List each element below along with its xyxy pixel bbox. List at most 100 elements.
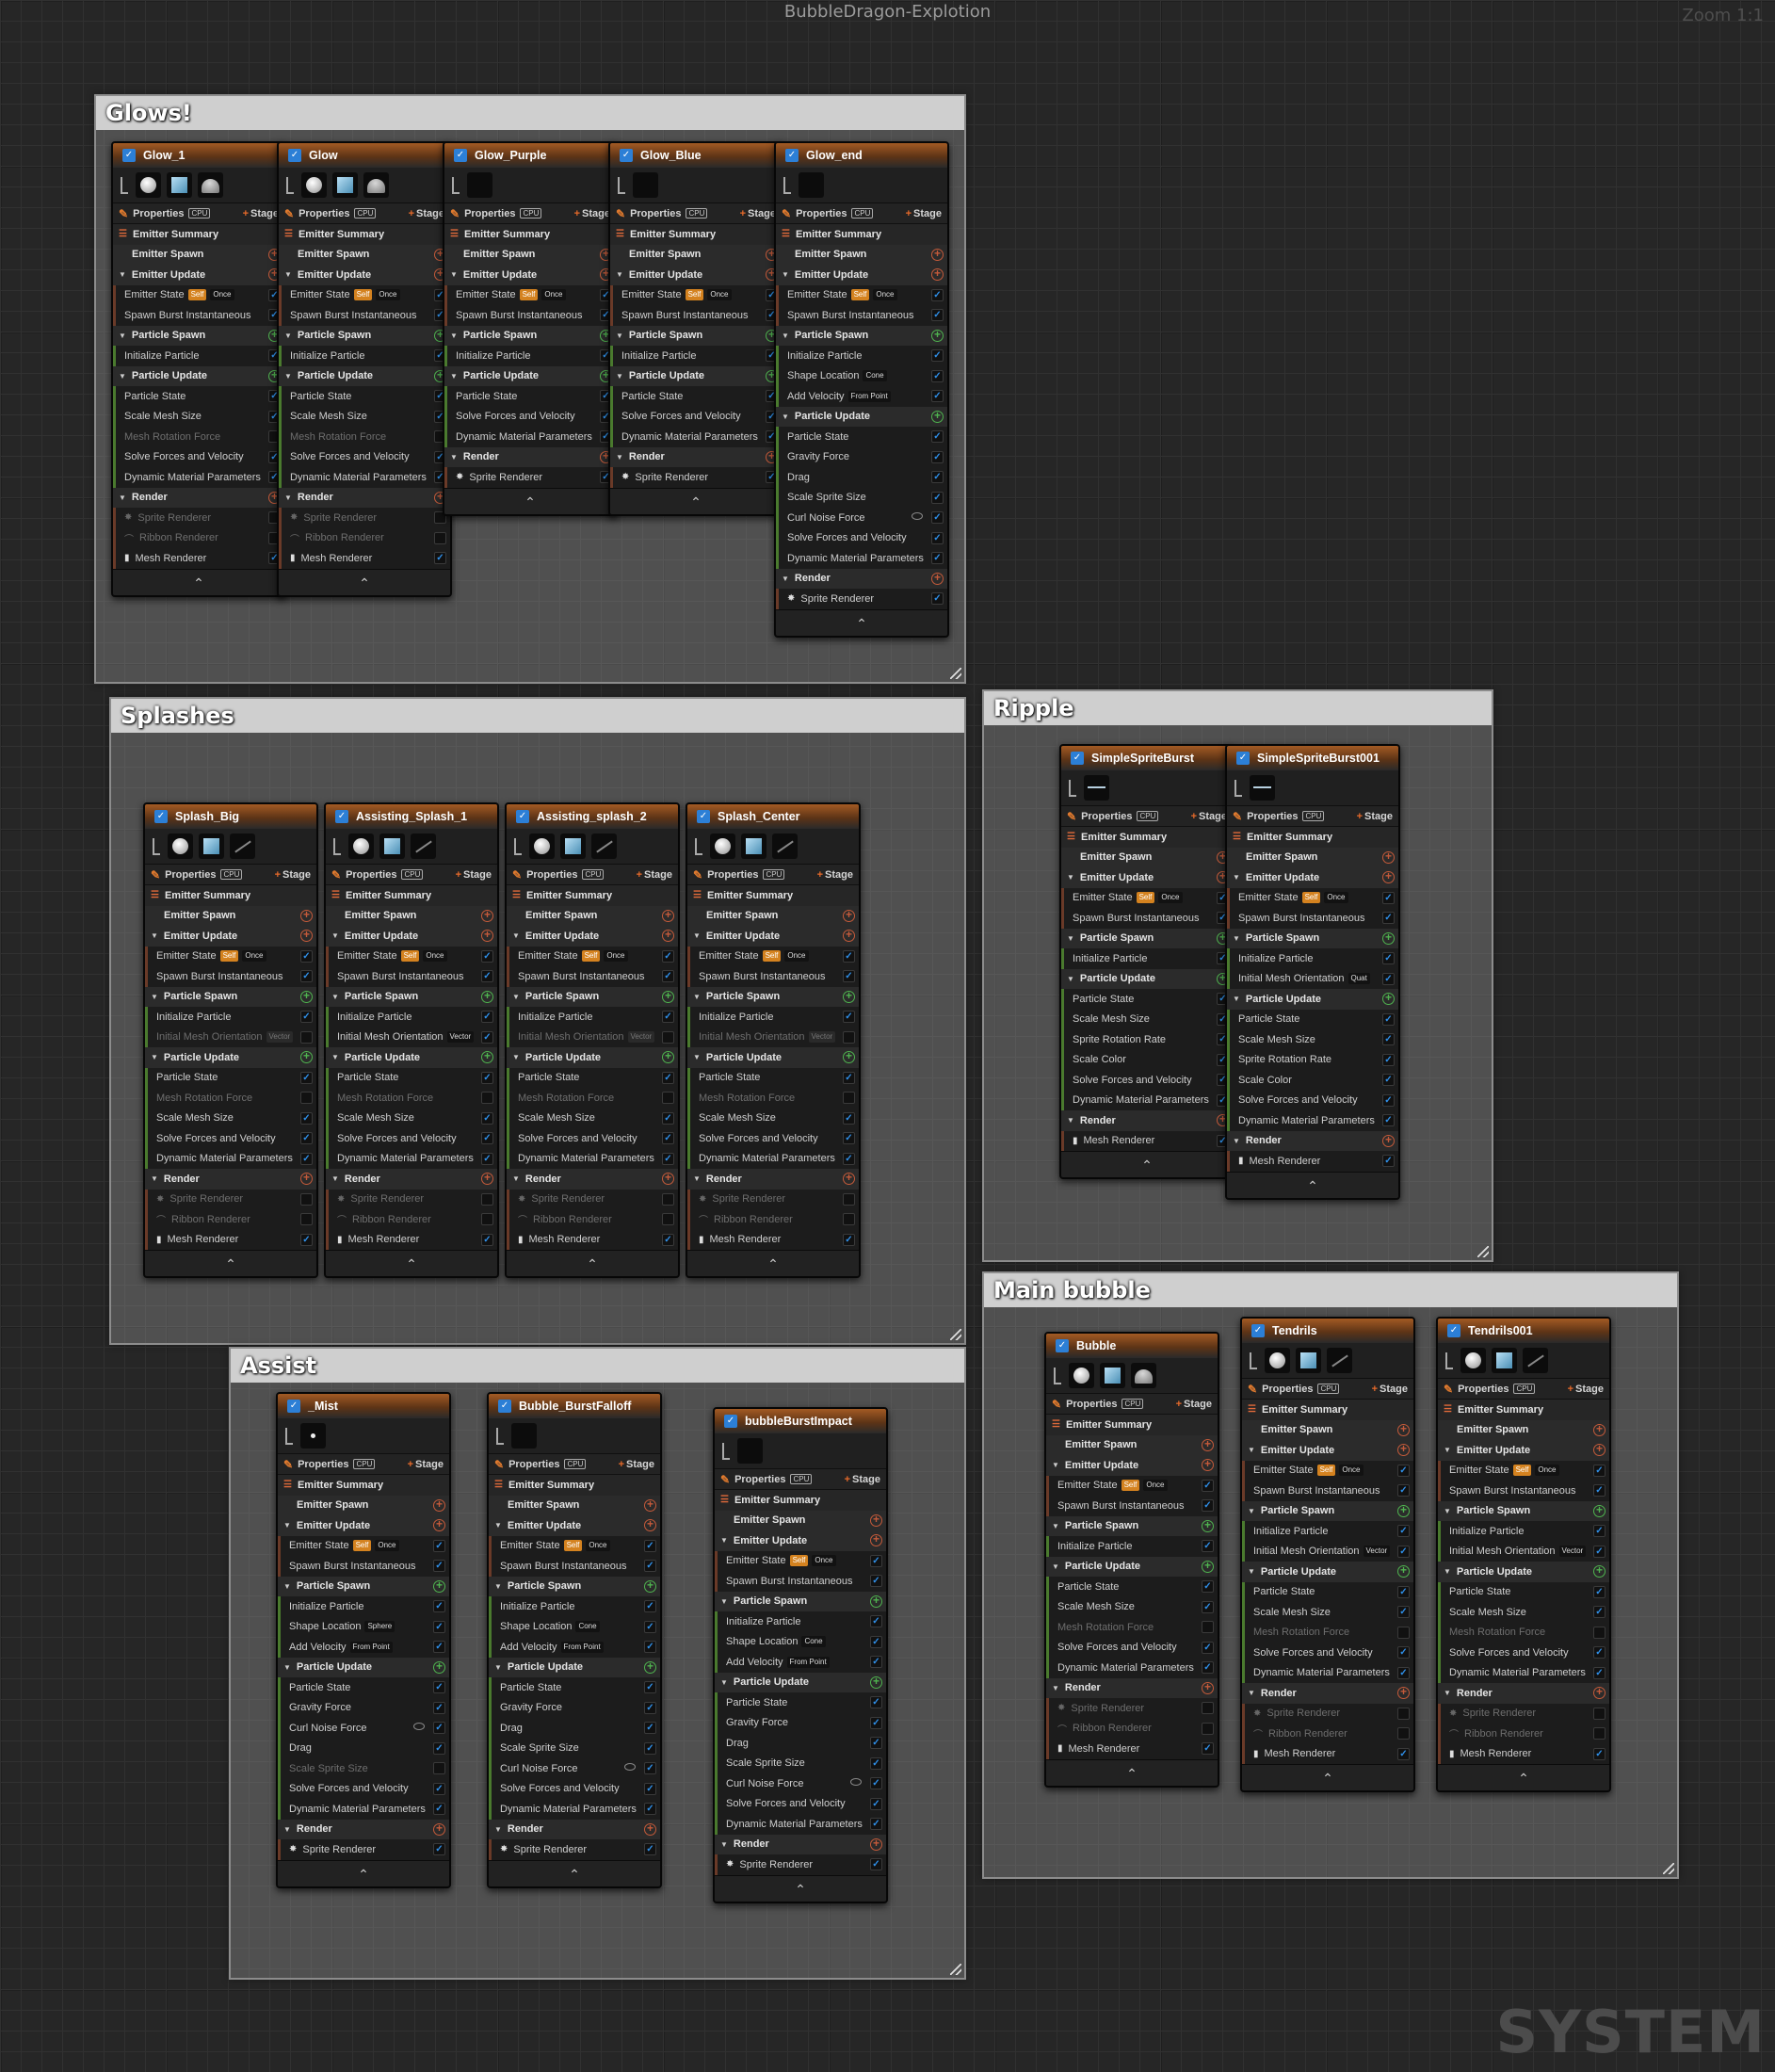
module-dynamic-material-parameters[interactable]: Dynamic Material Parameters ✓	[279, 467, 450, 488]
add-module-icon[interactable]: +	[481, 1050, 493, 1063]
module-emitter-state[interactable]: Emitter State Self Once ✓	[279, 284, 450, 305]
module-enable-checkbox[interactable]: ✓	[870, 1858, 882, 1870]
section-emitter-update[interactable]: ▼ Emitter Update +	[1046, 1455, 1218, 1476]
module-enable-checkbox[interactable]: ✓	[870, 1635, 882, 1648]
collapse-triangle-icon[interactable]: ▼	[1248, 1446, 1255, 1454]
section-render[interactable]: ▼ Render +	[145, 1169, 316, 1190]
section-particle-update[interactable]: ▼ Particle Update +	[715, 1672, 886, 1692]
section-render[interactable]: ▼ Render +	[1438, 1683, 1609, 1704]
collapse-triangle-icon[interactable]: ▼	[616, 453, 623, 461]
module-curl-noise-force[interactable]: Curl Noise Force ✓	[715, 1773, 886, 1794]
module-ribbon-renderer[interactable]: ⌒ Ribbon Renderer ✓	[687, 1209, 859, 1230]
module-ribbon-renderer[interactable]: ⌒ Ribbon Renderer ✓	[1046, 1718, 1218, 1739]
module-enable-checkbox[interactable]: ✓	[1382, 912, 1395, 924]
collapse-triangle-icon[interactable]: ▼	[119, 372, 126, 380]
visibility-eye-icon[interactable]	[413, 1723, 425, 1730]
module-solve-forces-and-velocity[interactable]: Solve Forces and Velocity ✓	[489, 1778, 660, 1799]
section-particle-spawn[interactable]: ▼ Particle Spawn +	[776, 325, 947, 346]
collapse-triangle-icon[interactable]: ▼	[1052, 1461, 1059, 1469]
collapse-chevron-icon[interactable]: ⌃	[610, 487, 782, 514]
emitter-node[interactable]: ✓ Glow_1 ✎ Properties CPU + Stage ☰ Emitter Summ…	[111, 141, 286, 597]
module-particle-state[interactable]: Particle State ✓	[1242, 1581, 1413, 1602]
collapse-triangle-icon[interactable]: ▼	[1444, 1689, 1451, 1697]
collapse-triangle-icon[interactable]: ▼	[1067, 975, 1074, 983]
module-initialize-particle[interactable]: Initialize Particle ✓	[1046, 1536, 1218, 1557]
module-enable-checkbox[interactable]: ✓	[843, 1213, 855, 1225]
comment-group-ripple[interactable]: Ripple ✓ SimpleSpriteBurst ✎ Properties CPU + S…	[982, 689, 1493, 1262]
collapse-chevron-icon[interactable]: ⌃	[326, 1250, 497, 1276]
module-initialize-particle[interactable]: Initialize Particle ✓	[715, 1611, 886, 1632]
emitter-header[interactable]: ✓ Assisting_splash_2	[507, 804, 678, 829]
collapse-triangle-icon[interactable]: ▼	[151, 1174, 158, 1183]
emitter-enable-checkbox[interactable]: ✓	[498, 1400, 511, 1413]
section-render[interactable]: ▼ Render +	[278, 1819, 449, 1839]
emitter-node[interactable]: ✓ _Mist ✎ Properties CPU + Stage ☰ Emitter Summa…	[276, 1392, 451, 1888]
collapse-triangle-icon[interactable]: ▼	[1248, 1689, 1255, 1697]
section-particle-spawn[interactable]: ▼ Particle Spawn +	[687, 986, 859, 1007]
module-enable-checkbox[interactable]: ✓	[1202, 1702, 1214, 1714]
sphere-thumbnail-icon[interactable]	[168, 834, 193, 859]
module-enable-checkbox[interactable]: ✓	[870, 1777, 882, 1789]
collapse-triangle-icon[interactable]: ▼	[1233, 934, 1240, 943]
collapse-triangle-icon[interactable]: ▼	[331, 1174, 339, 1183]
module-spawn-burst-instantaneous[interactable]: Spawn Burst Instantaneous ✓	[776, 305, 947, 326]
comment-group-splashes[interactable]: Splashes ✓ Splash_Big ✎ Properties CPU + Stage ☰…	[109, 697, 966, 1345]
emitter-header[interactable]: ✓ Bubble_BurstFalloff	[489, 1394, 660, 1418]
collapse-triangle-icon[interactable]: ▼	[1052, 1562, 1059, 1571]
emitter-node[interactable]: ✓ Splash_Center ✎ Properties CPU + Stage ☰ Emitt…	[686, 802, 861, 1278]
module-enable-checkbox[interactable]: ✓	[644, 1539, 656, 1552]
properties-row[interactable]: ✎ Properties CPU + Stage	[444, 203, 616, 224]
module-particle-state[interactable]: Particle State ✓	[776, 427, 947, 447]
collapse-triangle-icon[interactable]: ▼	[1233, 995, 1240, 1003]
square-thumbnail-icon[interactable]	[332, 172, 358, 198]
add-module-icon[interactable]: +	[481, 1172, 493, 1185]
module-enable-checkbox[interactable]: ✓	[1382, 1012, 1395, 1026]
section-emitter-update[interactable]: ▼ Emitter Update +	[1061, 867, 1233, 888]
sphere-thumbnail-icon[interactable]	[1460, 1348, 1486, 1373]
emitter-summary-row[interactable]: ☰ Emitter Summary	[507, 885, 678, 906]
module-sprite-renderer[interactable]: ✸ Sprite Renderer ✓	[1242, 1703, 1413, 1724]
wave-thumbnail-icon[interactable]	[1250, 775, 1275, 801]
module-enable-checkbox[interactable]: ✓	[433, 1762, 445, 1774]
module-enable-checkbox[interactable]: ✓	[1593, 1707, 1606, 1720]
sphere-thumbnail-icon[interactable]	[710, 834, 735, 859]
add-module-icon[interactable]: +	[843, 909, 855, 922]
collapse-chevron-icon[interactable]: ⌃	[1061, 1151, 1233, 1177]
module-enable-checkbox[interactable]: ✓	[931, 349, 944, 362]
section-emitter-spawn[interactable]: Emitter Spawn +	[715, 1510, 886, 1530]
module-enable-checkbox[interactable]: ✓	[300, 970, 313, 982]
module-enable-checkbox[interactable]: ✓	[433, 1782, 445, 1795]
module-add-velocity[interactable]: Add Velocity From Point ✓	[715, 1652, 886, 1673]
module-sprite-renderer[interactable]: ✸ Sprite Renderer ✓	[326, 1189, 497, 1209]
add-module-icon[interactable]: +	[1397, 1443, 1410, 1456]
add-module-icon[interactable]: +	[433, 1518, 445, 1531]
add-module-icon[interactable]: +	[931, 267, 944, 281]
collapse-triangle-icon[interactable]: ▼	[693, 1174, 701, 1183]
module-sprite-renderer[interactable]: ✸ Sprite Renderer ✓	[507, 1189, 678, 1209]
emitter-enable-checkbox[interactable]: ✓	[287, 1400, 300, 1413]
add-module-icon[interactable]: +	[843, 990, 855, 1003]
module-enable-checkbox[interactable]: ✓	[481, 949, 493, 963]
module-enable-checkbox[interactable]: ✓	[1593, 1606, 1606, 1618]
collapse-triangle-icon[interactable]: ▼	[494, 1825, 502, 1834]
module-curl-noise-force[interactable]: Curl Noise Force ✓	[776, 508, 947, 528]
add-stage-button[interactable]: + Stage	[1176, 1399, 1212, 1410]
square-thumbnail-icon[interactable]	[1100, 1363, 1125, 1388]
section-emitter-spawn[interactable]: Emitter Spawn +	[687, 905, 859, 926]
module-enable-checkbox[interactable]: ✓	[1202, 1621, 1214, 1633]
emitter-header[interactable]: ✓ Glow_Blue	[610, 143, 782, 168]
section-particle-update[interactable]: ▼ Particle Update +	[1046, 1556, 1218, 1577]
comment-group-assist[interactable]: Assist ✓ _Mist ✎ Properties CPU + Stage ☰ Emitter…	[229, 1347, 966, 1980]
module-dynamic-material-parameters[interactable]: Dynamic Material Parameters ✓	[1046, 1658, 1218, 1678]
module-initialize-particle[interactable]: Initialize Particle ✓	[326, 1007, 497, 1028]
collapse-triangle-icon[interactable]: ▼	[284, 270, 292, 279]
collapse-chevron-icon[interactable]: ⌃	[1242, 1764, 1413, 1790]
collapse-chevron-icon[interactable]: ⌃	[776, 608, 947, 636]
collapse-triangle-icon[interactable]: ▼	[284, 332, 292, 340]
module-enable-checkbox[interactable]: ✓	[1397, 1585, 1410, 1598]
module-solve-forces-and-velocity[interactable]: Solve Forces and Velocity ✓	[1227, 1090, 1398, 1110]
module-emitter-state[interactable]: Emitter State Self Once ✓	[1227, 887, 1398, 908]
module-enable-checkbox[interactable]: ✓	[433, 1539, 445, 1552]
module-scale-mesh-size[interactable]: Scale Mesh Size ✓	[687, 1108, 859, 1128]
section-render[interactable]: ▼ Render +	[1227, 1130, 1398, 1151]
